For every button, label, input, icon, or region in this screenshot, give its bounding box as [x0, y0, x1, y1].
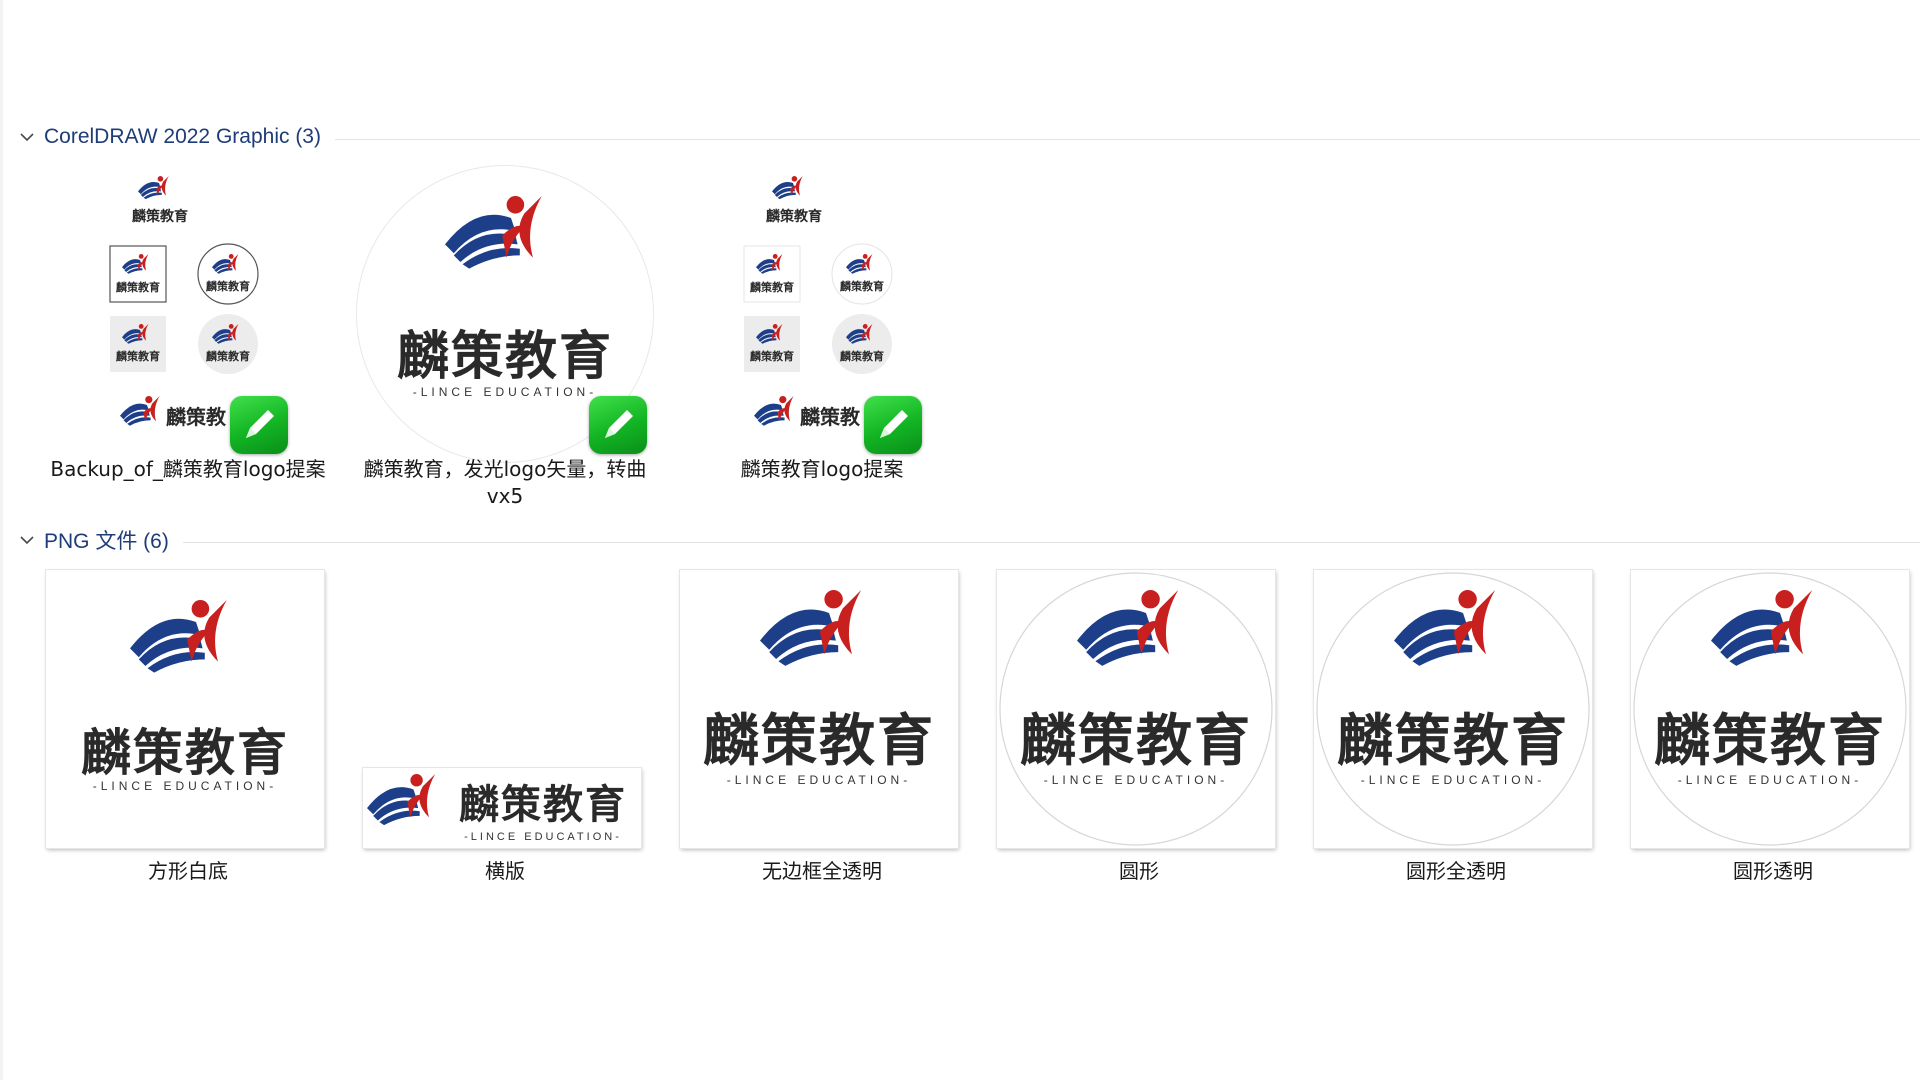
- file-name: 麟策教育logo提案: [740, 457, 904, 481]
- logo-text-cn: 麟策教育: [397, 327, 613, 387]
- svg-text:麟策教育: 麟策教育: [459, 782, 627, 828]
- chevron-down-icon[interactable]: [18, 128, 36, 146]
- svg-text:麟策教育: 麟策教育: [750, 349, 794, 363]
- file-item-glow-logo[interactable]: 麟策教育 -LINCE EDUCATION- 麟策教育，发光logo矢量，转曲v…: [355, 166, 655, 516]
- file-name: 圆形: [1119, 859, 1159, 883]
- file-thumbnail: 麟策教育 -LINCE EDUCATION-: [1314, 570, 1592, 848]
- file-thumbnail: 麟策教育 麟策教育 麟策教育 麟策教育 麟策教育 麟策教: [732, 166, 972, 456]
- svg-text:-LINCE EDUCATION-: -LINCE EDUCATION-: [464, 831, 622, 843]
- group-header-coreldraw[interactable]: CorelDRAW 2022 Graphic (3): [18, 122, 1920, 152]
- group-divider: [182, 541, 1920, 543]
- coreldraw-badge-icon: [230, 396, 288, 454]
- svg-text:麟策教育: 麟策教育: [116, 280, 160, 294]
- file-name: 方形白底: [148, 859, 228, 883]
- file-item-circle-transparent[interactable]: 麟策教育 -LINCE EDUCATION- 圆形全透明: [1306, 570, 1606, 890]
- file-name: 无边框全透明: [762, 859, 882, 883]
- svg-text:麟策教育: 麟策教育: [1654, 709, 1886, 774]
- file-thumbnail: 麟策教育 -LINCE EDUCATION-: [997, 570, 1275, 848]
- svg-text:麟策教育: 麟策教育: [703, 709, 935, 774]
- svg-text:麟策教: 麟策教: [800, 405, 861, 429]
- svg-text:麟策教育: 麟策教育: [1337, 709, 1569, 774]
- svg-text:麟策教育: 麟策教育: [750, 280, 794, 294]
- file-name: 圆形全透明: [1406, 859, 1506, 883]
- file-item-borderless-transparent[interactable]: 麟策教育 -LINCE EDUCATION- 无边框全透明: [672, 570, 972, 890]
- logo-text-en: -LINCE EDUCATION-: [413, 385, 597, 399]
- svg-text:麟策教育: 麟策教育: [1020, 709, 1252, 774]
- svg-text:麟策教育: 麟策教育: [206, 349, 250, 363]
- group-header-png[interactable]: PNG 文件 (6): [18, 525, 1920, 555]
- svg-text:麟策教育: 麟策教育: [116, 349, 160, 363]
- file-item-horizontal[interactable]: 麟策教育 -LINCE EDUCATION- 横版: [355, 570, 655, 890]
- file-thumbnail: 麟策教育 -LINCE EDUCATION-: [46, 570, 324, 848]
- svg-text:-LINCE EDUCATION-: -LINCE EDUCATION-: [1044, 773, 1228, 787]
- svg-text:麟策教育: 麟策教育: [840, 279, 884, 293]
- file-item-backup[interactable]: 麟策教育 麟策教育 麟策教育 麟策教育 麟策教育 麟策教 Backup_of_麟…: [38, 166, 338, 506]
- coreldraw-badge-icon: [589, 396, 647, 454]
- file-item-square-white[interactable]: 麟策教育 -LINCE EDUCATION- 方形白底: [38, 570, 338, 890]
- svg-text:-LINCE EDUCATION-: -LINCE EDUCATION-: [1361, 773, 1545, 787]
- file-item-proposal[interactable]: 麟策教育 麟策教育 麟策教育 麟策教育 麟策教育 麟策教 麟策教育logo提案: [672, 166, 972, 506]
- file-name: 横版: [485, 859, 525, 883]
- file-thumbnail: 麟策教育 -LINCE EDUCATION-: [1631, 570, 1909, 848]
- svg-text:麟策教育: 麟策教育: [766, 208, 822, 225]
- file-explorer-view: CorelDRAW 2022 Graphic (3) 麟策教育 麟策教育 麟策教…: [0, 0, 1920, 1080]
- file-thumbnail: 麟策教育 麟策教育 麟策教育 麟策教育 麟策教育 麟策教: [98, 166, 338, 456]
- file-item-circle[interactable]: 麟策教育 -LINCE EDUCATION- 圆形: [989, 570, 1289, 890]
- svg-text:麟策教育: 麟策教育: [132, 208, 188, 225]
- group-title: CorelDRAW 2022 Graphic (3): [44, 125, 321, 148]
- svg-text:麟策教育: 麟策教育: [840, 349, 884, 363]
- file-name: Backup_of_麟策教育logo提案: [50, 457, 326, 481]
- svg-text:麟策教: 麟策教: [166, 405, 227, 429]
- coreldraw-badge-icon: [864, 396, 922, 454]
- svg-text:麟策教育: 麟策教育: [206, 279, 250, 293]
- svg-text:-LINCE EDUCATION-: -LINCE EDUCATION-: [1678, 773, 1862, 787]
- file-name: 圆形透明: [1733, 859, 1813, 883]
- group-divider: [334, 138, 1920, 140]
- svg-text:麟策教育: 麟策教育: [81, 724, 289, 782]
- svg-text:-LINCE EDUCATION-: -LINCE EDUCATION-: [727, 773, 911, 787]
- file-thumbnail: 麟策教育 -LINCE EDUCATION-: [680, 570, 958, 848]
- chevron-down-icon[interactable]: [18, 531, 36, 549]
- svg-text:-LINCE EDUCATION-: -LINCE EDUCATION-: [93, 779, 277, 793]
- file-thumbnail: 麟策教育 -LINCE EDUCATION-: [363, 768, 641, 848]
- file-item-circle-semitransparent[interactable]: 麟策教育 -LINCE EDUCATION- 圆形透明: [1623, 570, 1920, 890]
- file-name: 麟策教育，发光logo矢量，转曲vx5: [363, 457, 647, 508]
- group-title: PNG 文件 (6): [44, 530, 169, 553]
- left-edge: [0, 0, 3, 1080]
